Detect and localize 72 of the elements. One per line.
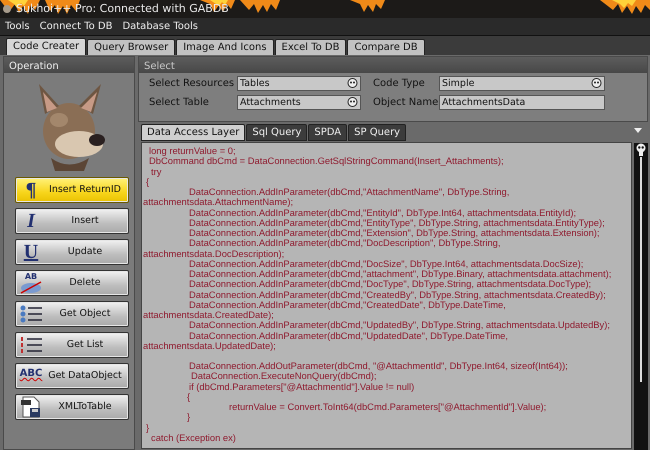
code-line: DataConnection.AddInParameter(dbCmd,"DocType", DbType.String, attachmentsdata.DocType);	[189, 279, 592, 290]
underline-icon: U	[18, 241, 44, 263]
code-line: DataConnection.AddInParameter(dbCmd,"AttachmentName", DbType.String,	[189, 187, 510, 198]
field-label: Select Resources	[148, 77, 236, 91]
dropdown-icon	[591, 78, 602, 89]
code-line: DataConnection.AddInParameter(dbCmd,"DocDescription", DbType.String,	[189, 238, 500, 248]
scrollbar[interactable]	[634, 143, 648, 450]
code-line: }	[187, 412, 190, 422]
code-line: long returnValue = 0;	[149, 146, 236, 156]
tab[interactable]: SP Query	[348, 124, 406, 141]
code-line: attachmentsdata.CreatedDate);	[143, 310, 274, 320]
tab[interactable]: Query Browser	[87, 39, 176, 55]
tab[interactable]: Data Access Layer	[141, 124, 246, 141]
panel-header: Operation	[4, 57, 134, 73]
operation-button[interactable]: ABC Get DataObject	[15, 363, 129, 389]
operation-button[interactable]: I Insert	[15, 208, 129, 234]
dropdown[interactable]: Attachments	[237, 95, 361, 110]
tab[interactable]: Sql Query	[246, 124, 308, 141]
operation-button[interactable]: Get Object	[15, 301, 129, 327]
code-line: DataConnection.AddInParameter(dbCmd,"UpdatedBy", DbType.String, attachmentsdata.UpdatedBy);	[189, 320, 610, 330]
operation-button[interactable]: U Update	[15, 239, 129, 265]
italic-icon: I	[18, 210, 44, 232]
input-field[interactable]: AttachmentsData	[439, 95, 605, 110]
code-line: DataConnection.AddInParameter(dbCmd,"Extension", DbType.String, attachmentsdata.Extension);	[189, 228, 600, 238]
dropdown-icon	[347, 78, 358, 89]
app-icon	[2, 4, 12, 14]
code-line: attachmentsdata.UpdatedDate);	[143, 340, 276, 351]
menu-item[interactable]: Database Tools	[117, 18, 203, 35]
numbered-list-icon	[18, 334, 44, 356]
code-line: {	[146, 176, 150, 187]
field-label: Object Name	[373, 96, 439, 110]
spell-check-icon: ABC	[18, 365, 44, 387]
scroll-thumb[interactable]	[636, 143, 646, 157]
bullet-list-icon	[18, 303, 44, 325]
dropdown[interactable]: Tables	[237, 76, 361, 91]
code-line: if (dbCmd.Parameters["@AttachmentId"].Value != null)	[189, 382, 414, 392]
code-line: DataConnection.ExecuteNonQuery(dbCmd);	[191, 371, 377, 382]
field-label: Code Type	[373, 77, 426, 91]
code-line: DataConnection.AddInParameter(dbCmd,"attachment", DbType.Binary, attachmentsdata.attachment);	[189, 269, 612, 280]
code-line: DataConnection.AddInParameter(dbCmd,"DocSize", DbType.Int64, attachmentsdata.DocSize);	[189, 258, 584, 269]
code-line: DataConnection.AddInParameter(dbCmd,"EntityType", DbType.String, attachmentsdata.EntityType);	[189, 218, 605, 228]
tab[interactable]: Excel To DB	[274, 39, 346, 55]
code-line: attachmentsdata.AttachmentName);	[143, 197, 294, 208]
code-editor[interactable]	[141, 142, 632, 449]
code-line: DataConnection.AddInParameter(dbCmd,"UpdatedDate", DbType.DateTime,	[189, 330, 508, 341]
operation-button[interactable]: ¶ Insert ReturnID	[15, 177, 129, 203]
dropdown-icon	[347, 97, 358, 108]
code-line: DataConnection.AddInParameter(dbCmd,"CreatedBy", DbType.String, attachmentsdata.CreatedBy);	[189, 290, 606, 300]
code-line: try	[151, 166, 162, 177]
tab[interactable]: Code Creater	[6, 38, 86, 55]
code-line: catch (Exception ex)	[151, 432, 236, 443]
code-line: DataConnection.AddInParameter(dbCmd,"CreatedDate", DbType.DateTime,	[189, 300, 506, 310]
dropdown[interactable]: Simple	[439, 76, 605, 91]
code-line: attachmentsdata.DocDescription);	[143, 248, 284, 259]
code-line: }	[146, 422, 150, 433]
tab[interactable]: SPDA	[308, 124, 348, 141]
caret-icon[interactable]	[634, 128, 642, 133]
code-line: {	[187, 392, 190, 402]
code-line: DataConnection.AddOutParameter(dbCmd, "@AttachmentId", DbType.Int64, sizeof(Int64));	[189, 361, 568, 372]
menu-item[interactable]: Connect To DB	[34, 18, 118, 35]
tab[interactable]: Image And Icons	[176, 39, 274, 55]
tab[interactable]: Compare DB	[347, 39, 425, 55]
operation-button[interactable]: XMLToTable	[15, 394, 129, 420]
menu-item[interactable]: Tools	[0, 18, 35, 35]
operation-button[interactable]: AB Delete	[15, 270, 129, 296]
code-line: returnValue = Convert.ToInt64(dbCmd.Parameters["@AttachmentId"].Value);	[229, 402, 546, 412]
code-line: DbCommand dbCmd = DataConnection.GetSqlStringCommand(Insert_Attachments);	[149, 156, 504, 166]
pilcrow-icon: ¶	[18, 179, 44, 201]
operation-button[interactable]: Get List	[15, 332, 129, 358]
code-line: DataConnection.AddInParameter(dbCmd,"EntityId", DbType.Int64, attachmentsdata.EntityId);	[189, 208, 576, 218]
panel-header: Select	[139, 57, 647, 73]
field-label: Select Table	[148, 96, 210, 110]
